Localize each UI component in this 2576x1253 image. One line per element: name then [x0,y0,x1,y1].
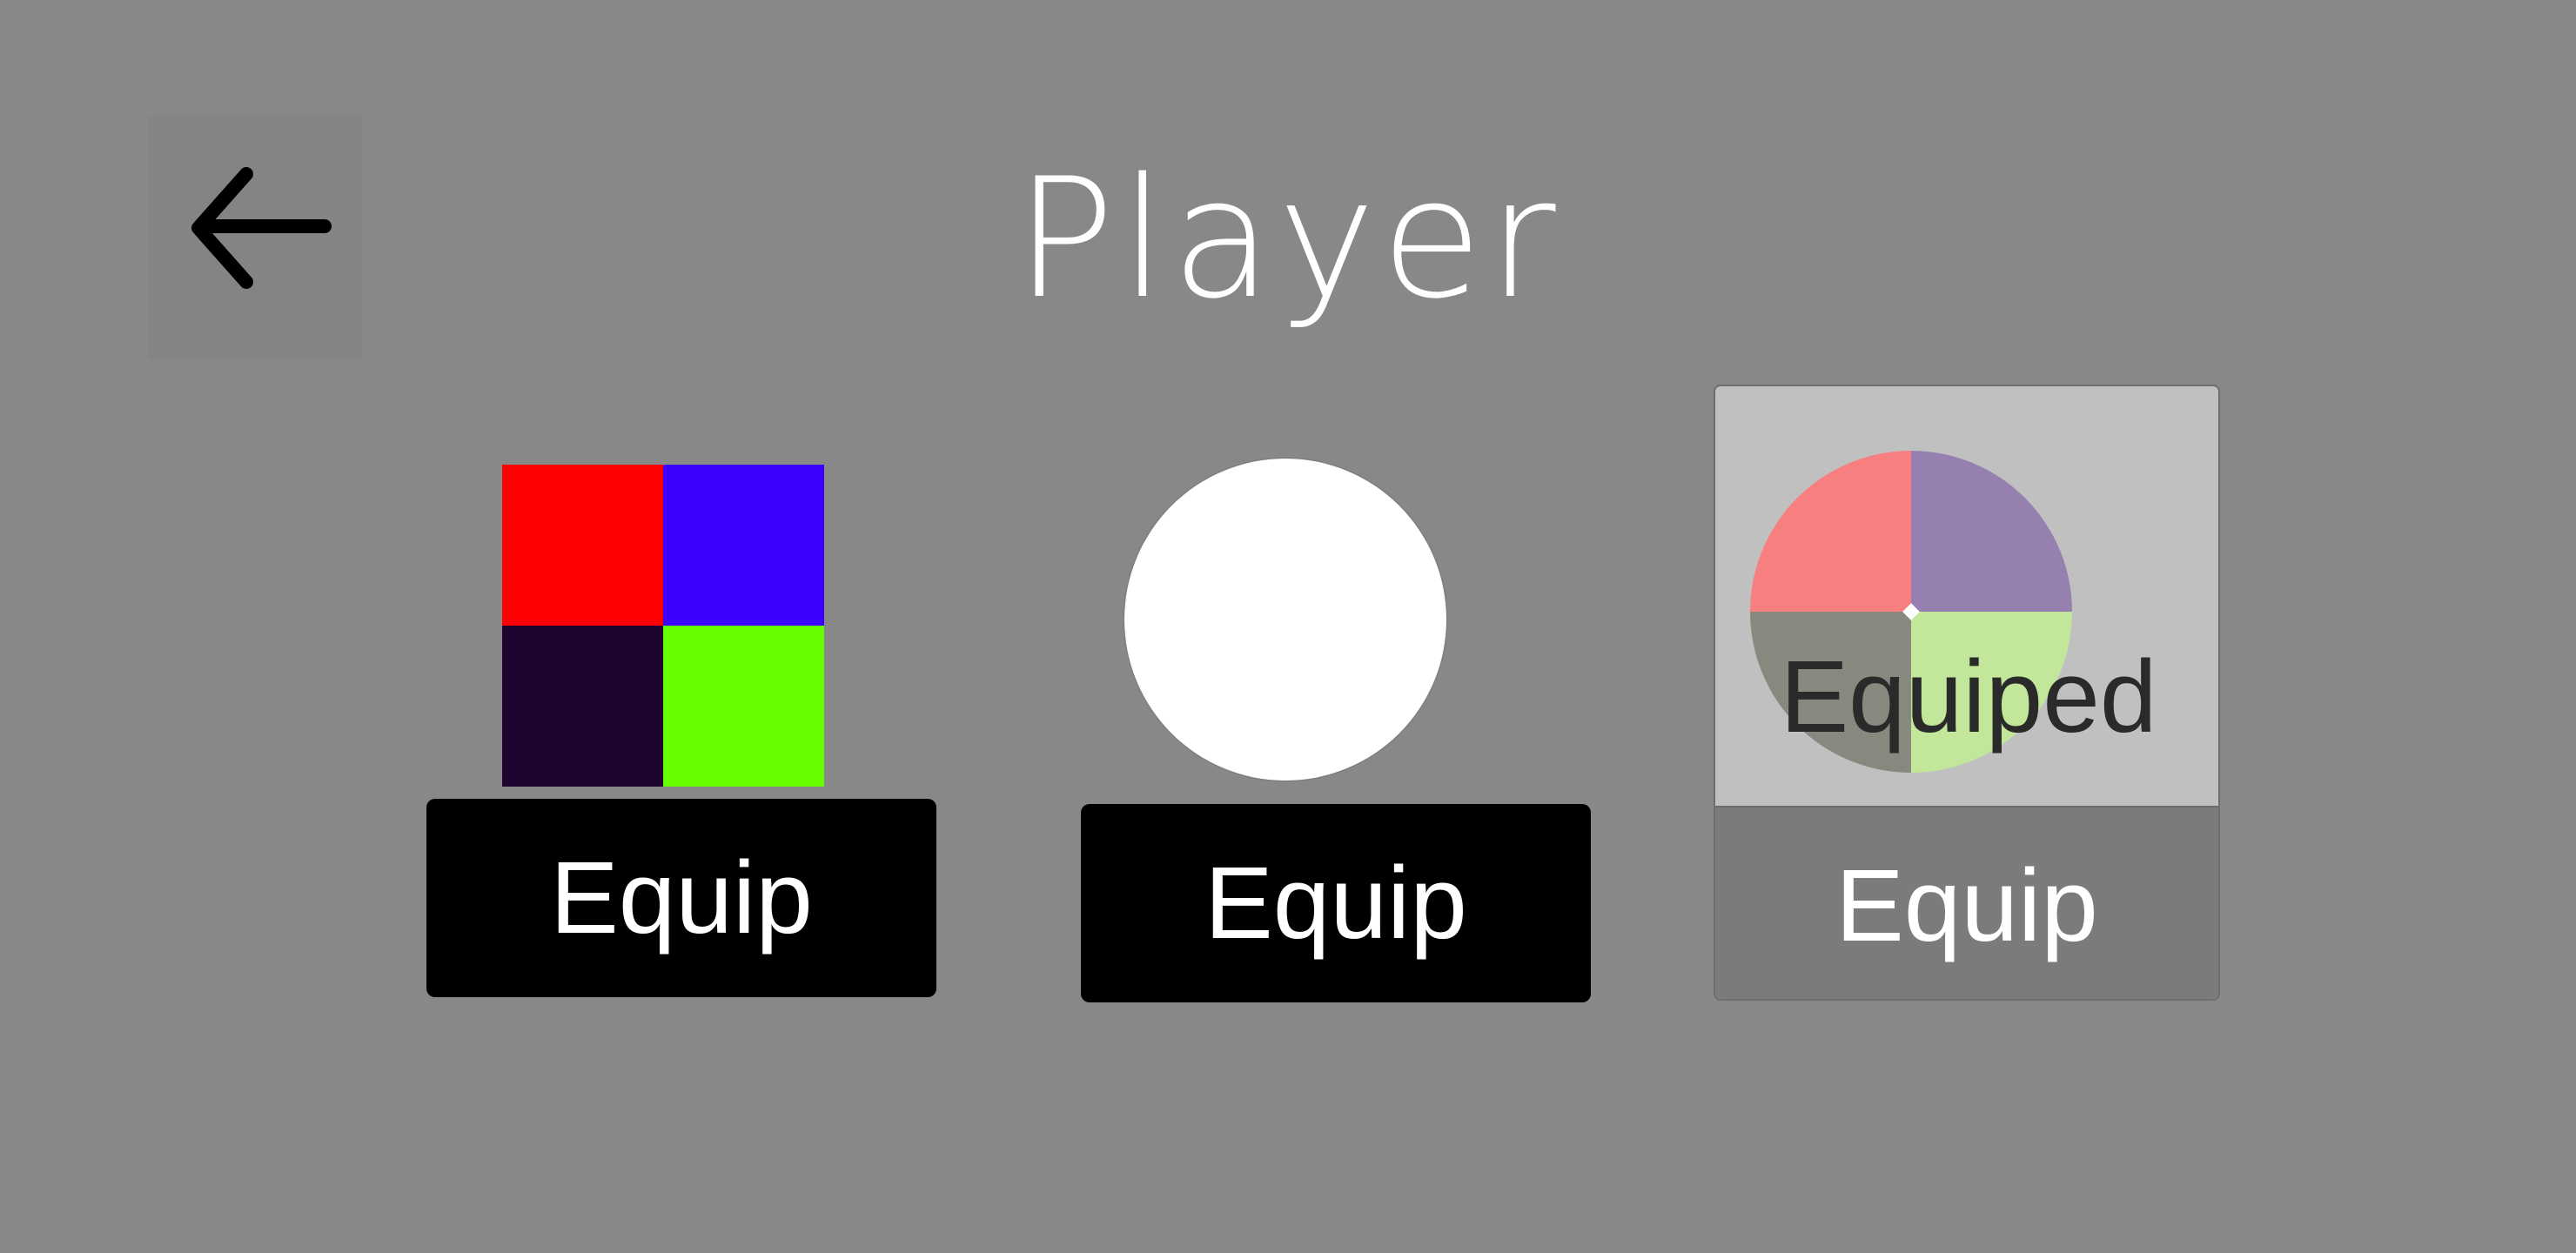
equipped-status-label: Equiped [1780,640,2157,754]
page-title: Player [1015,143,1561,335]
player-skin-screen: Player Equip Equip Equiped Equip [0,0,2576,1253]
skin-option-square: Equip [426,461,936,997]
preview-cell-green [663,626,824,787]
square-skin-preview[interactable] [502,465,824,787]
preview-cell-dark [502,626,663,787]
preview-quadrant-pink [1750,451,1911,612]
equip-button-disabled[interactable]: Equip [1715,806,2218,999]
preview-cell-red [502,465,663,626]
circle-skin-preview[interactable] [1124,459,1446,781]
skin-option-quad-circle: Equiped Equip [1714,385,2220,1001]
equip-button[interactable]: Equip [426,799,936,997]
preview-quadrant-purple [1911,451,2072,612]
skin-option-circle: Equip [1081,452,1591,1002]
equip-button[interactable]: Equip [1081,804,1591,1002]
preview-cell-blue [663,465,824,626]
